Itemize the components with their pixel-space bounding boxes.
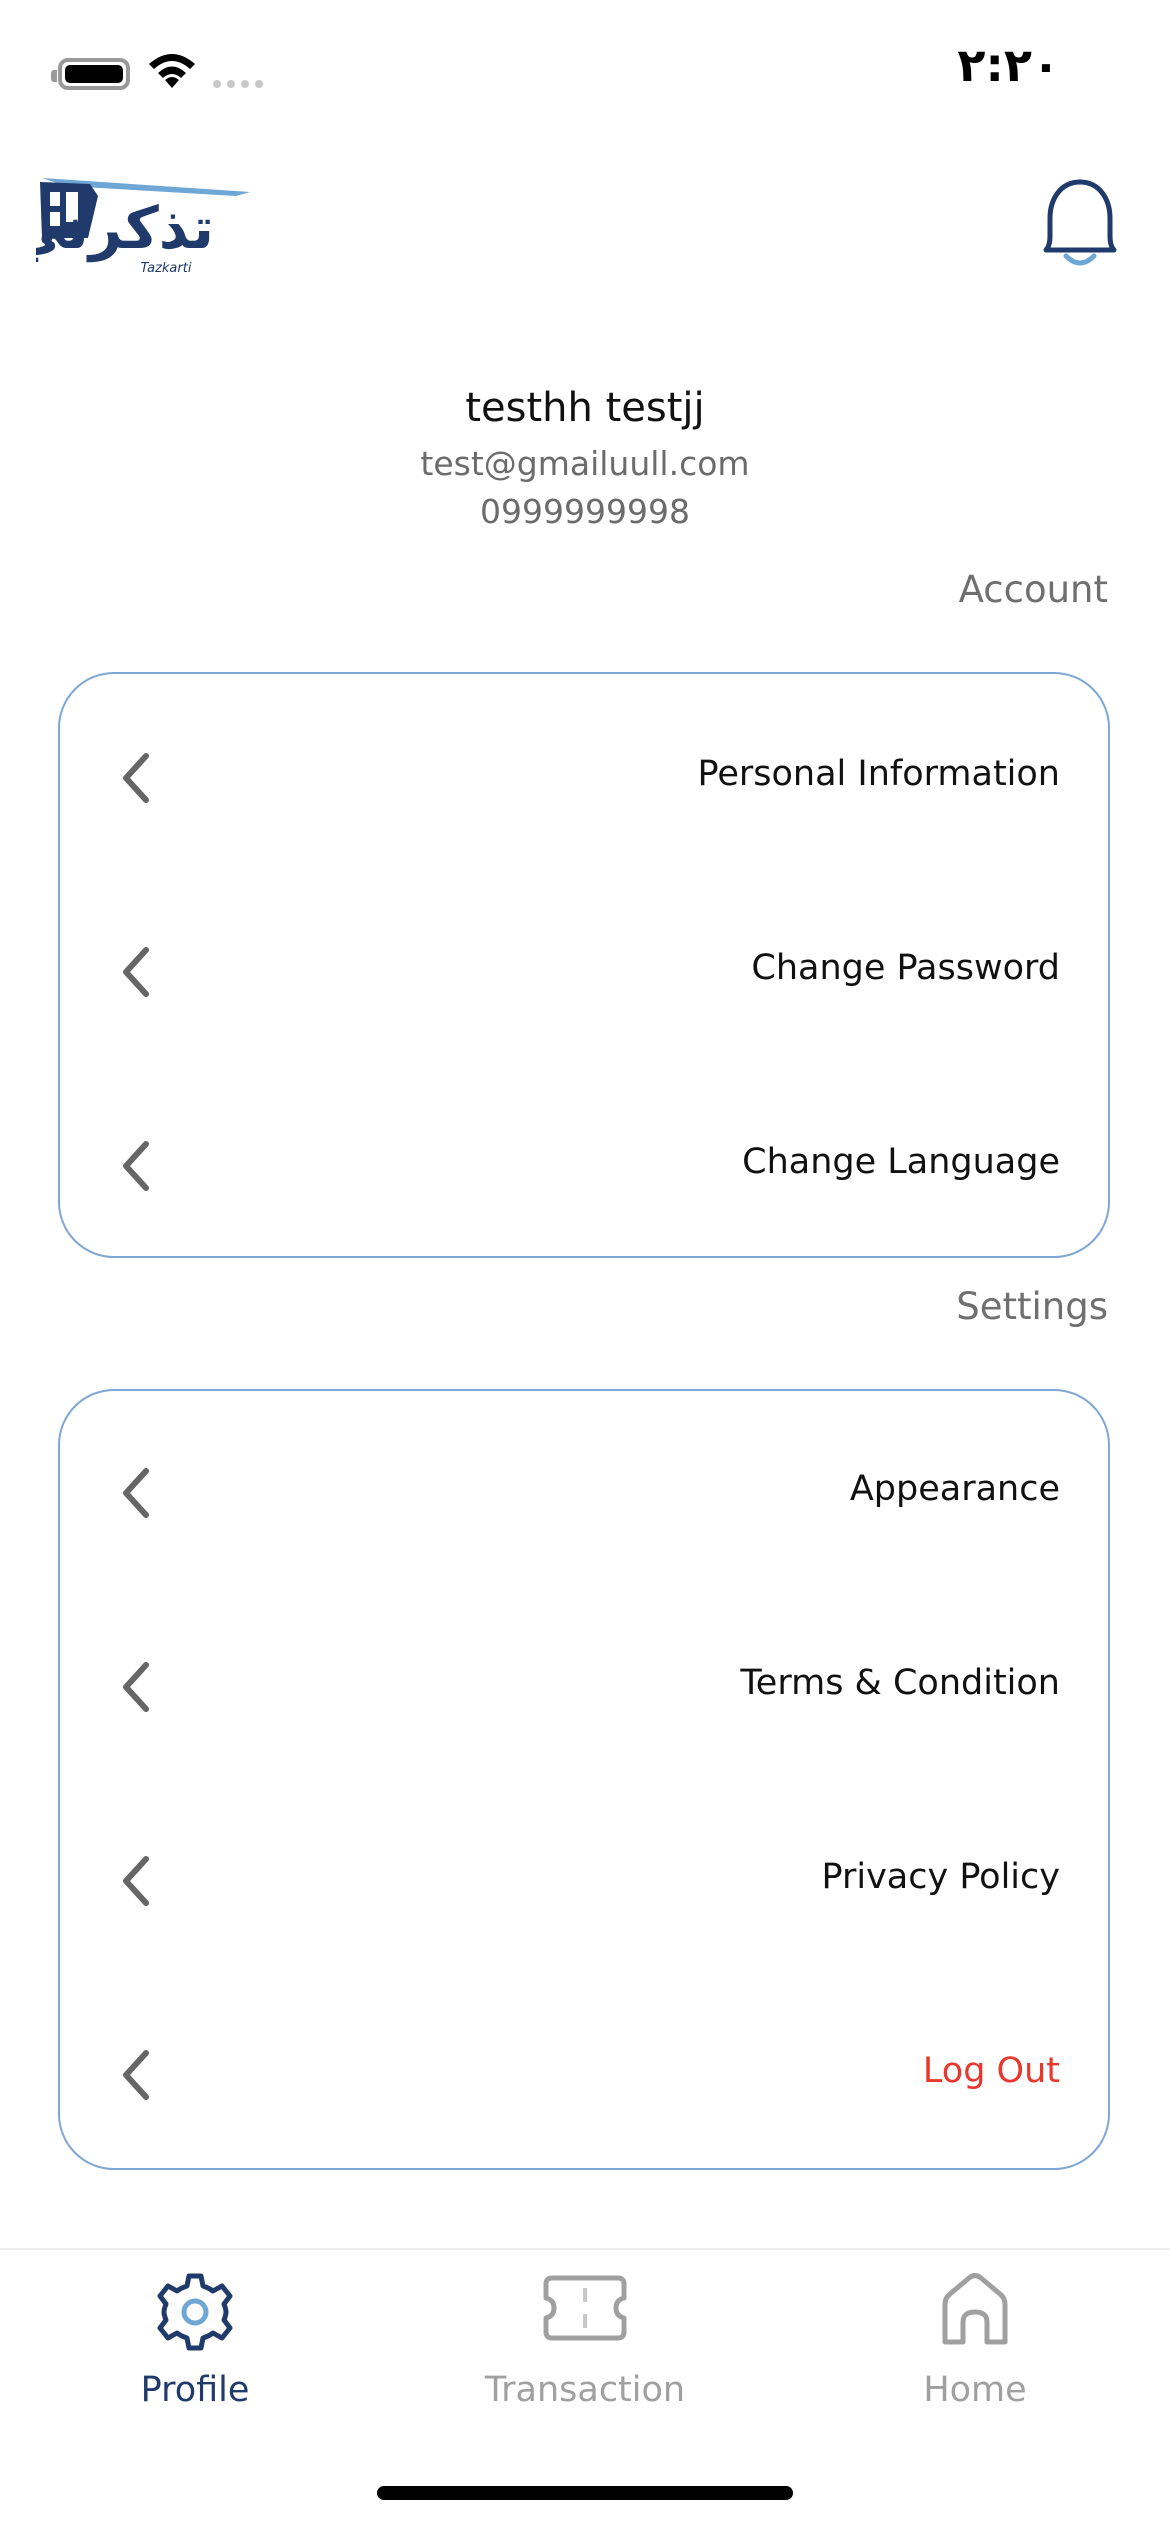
tab-label: Transaction [484, 2370, 686, 2410]
log-out-label: Log Out [922, 2051, 1060, 2091]
home-indicator [377, 2486, 793, 2500]
chevron-left-icon [123, 1662, 149, 1712]
tab-label: Profile [140, 2370, 250, 2410]
section-title-account: Account [958, 568, 1108, 611]
chevron-left-icon [123, 947, 149, 997]
menu-item-label: Personal Information [697, 754, 1060, 794]
gear-icon [157, 2273, 233, 2351]
user-email: test@gmailuull.com [420, 444, 750, 483]
menu-item-terms-condition[interactable]: Terms & Condition [60, 1629, 1108, 1739]
tazkarti-logo: تذكرتي Tazkarti [36, 178, 250, 276]
menu-item-label: Terms & Condition [740, 1663, 1060, 1703]
tab-label: Home [923, 2370, 1027, 2410]
settings-card: Appearance Terms & Condition Privacy Pol… [58, 1389, 1110, 2170]
wifi-icon [149, 54, 195, 88]
menu-item-label: Privacy Policy [821, 1857, 1060, 1897]
user-phone: 0999999998 [480, 492, 690, 531]
menu-item-label: Change Password [751, 948, 1060, 988]
ticket-icon [543, 2275, 627, 2341]
account-card: Personal Information Change Password Cha… [58, 672, 1110, 1258]
svg-text:تذكرتي: تذكرتي [36, 194, 214, 263]
status-time: ٢:٢٠ [957, 38, 1060, 92]
menu-item-privacy-policy[interactable]: Privacy Policy [60, 1823, 1108, 1933]
user-name: testhh testjj [465, 385, 705, 431]
menu-item-personal-information[interactable]: Personal Information [60, 720, 1108, 830]
menu-item-change-password[interactable]: Change Password [60, 914, 1108, 1024]
chevron-left-icon [123, 1141, 149, 1191]
menu-item-appearance[interactable]: Appearance [60, 1435, 1108, 1545]
section-title-settings: Settings [956, 1285, 1108, 1328]
chevron-left-icon [123, 753, 149, 803]
tab-transaction[interactable]: Transaction [435, 2270, 735, 2420]
battery-icon [51, 58, 130, 90]
app-header: تذكرتي Tazkarti [0, 150, 1170, 310]
menu-item-change-language[interactable]: Change Language [60, 1108, 1108, 1218]
menu-item-label: Change Language [742, 1142, 1060, 1182]
status-bar: ٢:٢٠ [0, 0, 1170, 150]
svg-text:Tazkarti: Tazkarti [141, 261, 192, 276]
chevron-left-icon [123, 1856, 149, 1906]
tab-profile[interactable]: Profile [45, 2270, 345, 2420]
chevron-left-icon [123, 2050, 149, 2100]
chevron-left-icon [123, 1468, 149, 1518]
signal-icon [213, 80, 263, 88]
home-icon [942, 2273, 1008, 2345]
tab-home[interactable]: Home [825, 2270, 1125, 2420]
menu-item-log-out[interactable]: Log Out [60, 2017, 1108, 2127]
menu-item-label: Appearance [849, 1469, 1060, 1509]
notification-bell-icon[interactable] [1042, 178, 1118, 268]
